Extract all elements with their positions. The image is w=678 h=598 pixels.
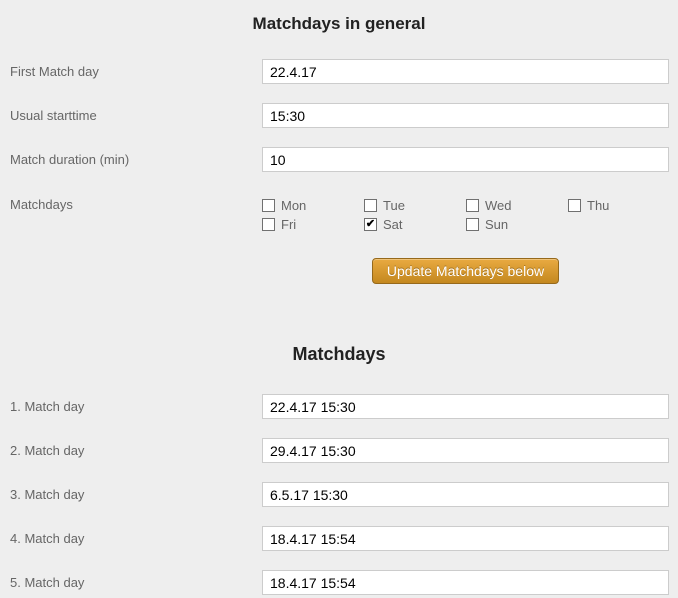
weekday-label-sun: Sun <box>485 217 508 232</box>
button-row: Update Matchdays below <box>262 258 669 284</box>
weekday-checkbox-sun[interactable] <box>466 218 479 231</box>
first-match-day-label: First Match day <box>10 64 262 79</box>
first-match-day-input[interactable] <box>262 59 669 84</box>
weekday-checkbox-sat[interactable] <box>364 218 377 231</box>
section-title-matchdays: Matchdays <box>0 344 678 365</box>
weekday-grid: Mon Tue Wed Thu Fri Sat <box>262 198 670 231</box>
weekday-label-thu: Thu <box>587 198 609 213</box>
weekday-checkbox-thu[interactable] <box>568 199 581 212</box>
section-title-general: Matchdays in general <box>0 0 678 34</box>
form-row-match-duration: Match duration (min) <box>10 147 669 172</box>
weekday-option-wed[interactable]: Wed <box>466 198 568 212</box>
weekday-label-tue: Tue <box>383 198 405 213</box>
weekday-label-sat: Sat <box>383 217 403 232</box>
form-row-match-day-3: 3. Match day <box>10 482 669 507</box>
form-row-match-day-2: 2. Match day <box>10 438 669 463</box>
weekday-option-mon[interactable]: Mon <box>262 198 364 212</box>
weekday-checkbox-fri[interactable] <box>262 218 275 231</box>
weekday-label-fri: Fri <box>281 217 296 232</box>
match-day-4-input[interactable] <box>262 526 669 551</box>
matchdays-label: Matchdays <box>10 198 262 212</box>
match-day-4-label: 4. Match day <box>10 531 262 546</box>
weekday-checkbox-tue[interactable] <box>364 199 377 212</box>
match-duration-label: Match duration (min) <box>10 152 262 167</box>
form-row-first-match-day: First Match day <box>10 59 669 84</box>
match-day-5-label: 5. Match day <box>10 575 262 590</box>
page: Matchdays in general First Match day Usu… <box>0 0 678 595</box>
weekday-checkbox-mon[interactable] <box>262 199 275 212</box>
weekday-label-wed: Wed <box>485 198 512 213</box>
weekday-label-mon: Mon <box>281 198 306 213</box>
weekday-option-sun[interactable]: Sun <box>466 217 568 231</box>
match-day-1-label: 1. Match day <box>10 399 262 414</box>
match-day-5-input[interactable] <box>262 570 669 595</box>
match-day-3-input[interactable] <box>262 482 669 507</box>
match-day-1-input[interactable] <box>262 394 669 419</box>
form-row-match-day-1: 1. Match day <box>10 394 669 419</box>
match-day-2-label: 2. Match day <box>10 443 262 458</box>
weekday-checkbox-section: Matchdays Mon Tue Wed Thu Fri <box>10 198 669 231</box>
form-row-match-day-4: 4. Match day <box>10 526 669 551</box>
update-matchdays-button[interactable]: Update Matchdays below <box>372 258 559 284</box>
weekday-option-sat[interactable]: Sat <box>364 217 466 231</box>
form-row-match-day-5: 5. Match day <box>10 570 669 595</box>
form-row-usual-starttime: Usual starttime <box>10 103 669 128</box>
match-day-3-label: 3. Match day <box>10 487 262 502</box>
weekday-checkbox-wed[interactable] <box>466 199 479 212</box>
match-duration-input[interactable] <box>262 147 669 172</box>
weekday-option-thu[interactable]: Thu <box>568 198 670 212</box>
usual-starttime-input[interactable] <box>262 103 669 128</box>
match-day-2-input[interactable] <box>262 438 669 463</box>
weekday-option-tue[interactable]: Tue <box>364 198 466 212</box>
weekday-option-fri[interactable]: Fri <box>262 217 364 231</box>
usual-starttime-label: Usual starttime <box>10 108 262 123</box>
